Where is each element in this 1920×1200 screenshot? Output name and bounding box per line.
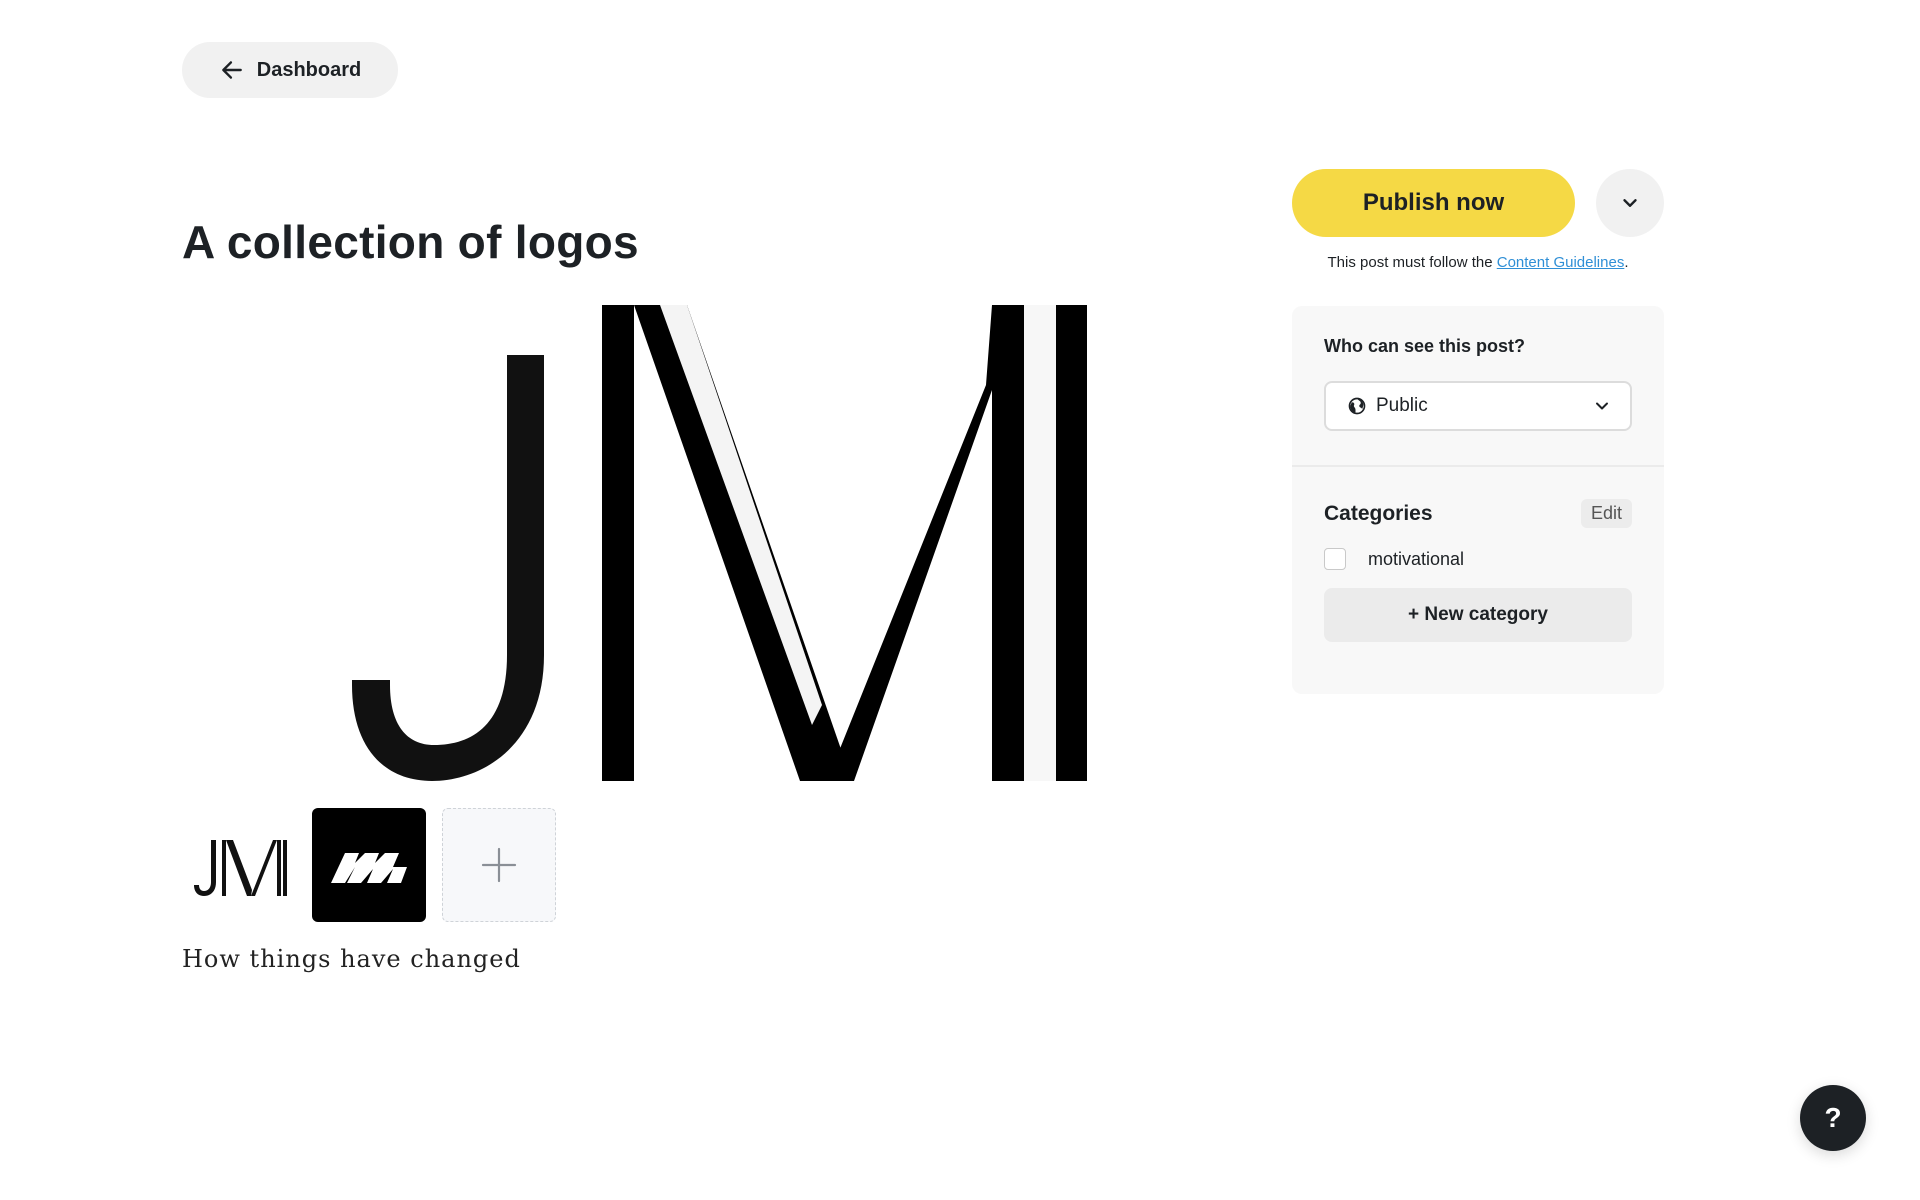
image-thumbnails <box>182 808 556 922</box>
category-checkbox[interactable] <box>1324 548 1346 570</box>
add-image-button[interactable] <box>442 808 556 922</box>
post-title[interactable]: A collection of logos <box>182 215 639 269</box>
post-settings-panel: Who can see this post? Public Categories… <box>1292 306 1664 694</box>
guideline-note: This post must follow the Content Guidel… <box>1292 254 1664 271</box>
globe-icon <box>1348 397 1366 415</box>
thumbnail-m-logo[interactable] <box>312 808 426 922</box>
thumbnail-jm-logo[interactable] <box>182 808 296 922</box>
categories-title: Categories <box>1324 501 1433 525</box>
main-post-image[interactable] <box>182 305 1087 781</box>
dashboard-back-button[interactable]: Dashboard <box>182 42 398 98</box>
jm-logo-thumbnail-image <box>194 840 287 896</box>
categories-header: Categories Edit <box>1292 467 1664 528</box>
categories-edit-button[interactable]: Edit <box>1580 499 1632 528</box>
jm-logo-large-image <box>352 305 1087 781</box>
post-caption[interactable]: How things have changed <box>182 945 521 973</box>
post-editor-page: Dashboard A collection of logos How thin… <box>0 0 1920 1200</box>
dashboard-back-label: Dashboard <box>256 58 362 81</box>
publish-options-button[interactable] <box>1596 169 1664 237</box>
new-category-button[interactable]: + New category <box>1324 588 1632 642</box>
category-label: motivational <box>1368 548 1465 569</box>
visibility-section: Who can see this post? Public <box>1292 306 1664 431</box>
m-logo-thumbnail-image <box>331 853 407 883</box>
guideline-note-prefix: This post must follow the <box>1327 254 1497 271</box>
plus-icon <box>481 847 517 883</box>
category-item[interactable]: motivational <box>1292 528 1664 570</box>
content-guidelines-link[interactable]: Content Guidelines <box>1497 254 1625 271</box>
chevron-down-icon <box>1596 402 1608 410</box>
visibility-selected-value: Public <box>1376 395 1428 416</box>
visibility-label: Who can see this post? <box>1324 336 1526 356</box>
publish-now-button[interactable]: Publish now <box>1292 169 1575 237</box>
help-button[interactable]: ? <box>1800 1085 1866 1151</box>
visibility-select[interactable]: Public <box>1324 381 1632 431</box>
chevron-down-icon <box>1623 199 1637 207</box>
arrow-left-icon <box>221 61 242 79</box>
guideline-note-suffix: . <box>1624 254 1629 271</box>
